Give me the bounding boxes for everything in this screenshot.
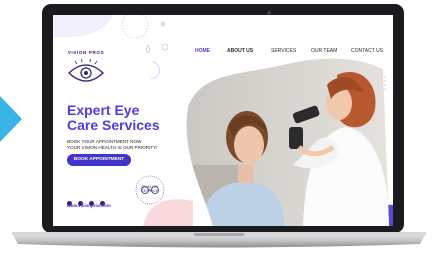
laptop-base (12, 232, 426, 248)
hero-title-line1: Expert Eye (67, 102, 140, 118)
book-appointment-button[interactable]: BOOK APPOINTMENT (67, 154, 131, 166)
hero-title-line2: Care Services (67, 117, 160, 133)
hero-subtitle-line2: YOUR VISION HEALTH IS OUR PRIORITY! (67, 145, 158, 150)
website-link[interactable]: www.visionpros.com (67, 203, 111, 208)
social-links (67, 193, 106, 211)
hero-subtitle: BOOK YOUR APPOINTMENT NOW YOUR VISION HE… (67, 139, 207, 151)
hero-title: Expert Eye Care Services (67, 103, 197, 133)
badge-text: QUALITY SERVICE (141, 185, 159, 193)
blue-arrow-icon (0, 96, 22, 142)
website-screen: VISION PROS HOME ABOUT US SERVICES OUR T… (53, 15, 393, 226)
